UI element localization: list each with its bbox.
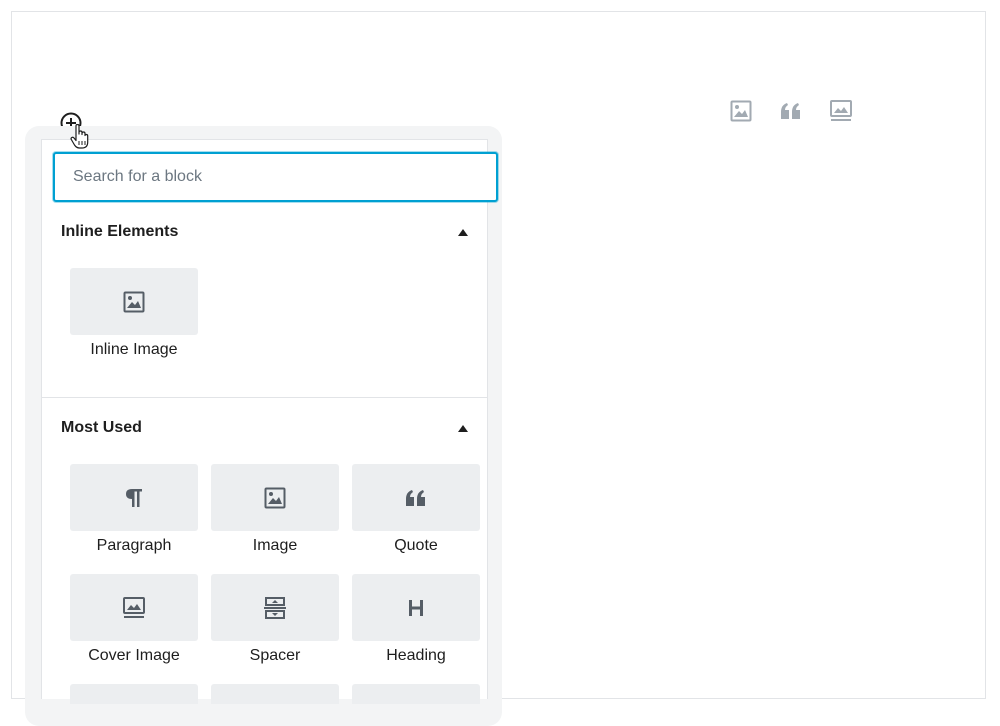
- block-item-label: Spacer: [249, 647, 301, 664]
- cover-image-icon: [830, 100, 852, 121]
- block-item-partial[interactable]: [211, 684, 339, 704]
- section-title-most-used: Most Used: [61, 419, 142, 436]
- caret-up-icon[interactable]: [456, 225, 470, 239]
- toolbar-cover-image-button[interactable]: [827, 98, 855, 124]
- block-item-label: Heading: [386, 647, 446, 664]
- image-icon: [123, 291, 145, 312]
- block-item-tile: [211, 464, 339, 531]
- block-item-label: Image: [252, 537, 298, 554]
- cover-image-icon: [123, 596, 145, 618]
- quote-icon: [406, 489, 425, 506]
- block-item-heading[interactable]: Heading: [352, 574, 480, 670]
- toolbar-quote-button[interactable]: [777, 98, 805, 124]
- block-item-partial[interactable]: [70, 684, 198, 704]
- block-item-quote[interactable]: Quote: [352, 464, 480, 560]
- block-item-cover-image[interactable]: Cover Image: [70, 574, 198, 670]
- hand-cursor-icon: [70, 124, 89, 149]
- block-item-spacer[interactable]: Spacer: [211, 574, 339, 670]
- quote-icon: [781, 103, 800, 119]
- section-divider: [42, 397, 487, 398]
- block-item-partial[interactable]: [352, 684, 480, 704]
- section-title-inline-elements: Inline Elements: [61, 223, 179, 240]
- block-item-label: Cover Image: [88, 647, 180, 664]
- block-item-image[interactable]: Image: [211, 464, 339, 560]
- block-item-label: Inline Image: [90, 341, 178, 358]
- block-item-label: Paragraph: [96, 537, 172, 554]
- block-toolbar: [727, 98, 855, 124]
- block-item-paragraph[interactable]: Paragraph: [70, 464, 198, 560]
- block-item-tile: [211, 574, 339, 641]
- block-item-tile: [70, 574, 198, 641]
- block-item-tile: [70, 268, 198, 335]
- caret-up-icon[interactable]: [456, 421, 470, 435]
- block-inserter-panel: Inline Elements Inline Image Most Used P…: [41, 139, 498, 704]
- block-item-tile: [352, 464, 480, 531]
- block-search-input[interactable]: [53, 152, 498, 202]
- heading-icon: [409, 599, 423, 616]
- block-item-inline-image[interactable]: Inline Image: [70, 268, 198, 364]
- toolbar-image-button[interactable]: [727, 98, 755, 124]
- spacer-icon: [264, 596, 286, 619]
- image-icon: [730, 100, 752, 122]
- block-item-tile: [70, 464, 198, 531]
- paragraph-icon: [126, 488, 142, 507]
- image-icon: [264, 487, 286, 508]
- block-item-tile: [352, 574, 480, 641]
- block-item-label: Quote: [394, 537, 438, 554]
